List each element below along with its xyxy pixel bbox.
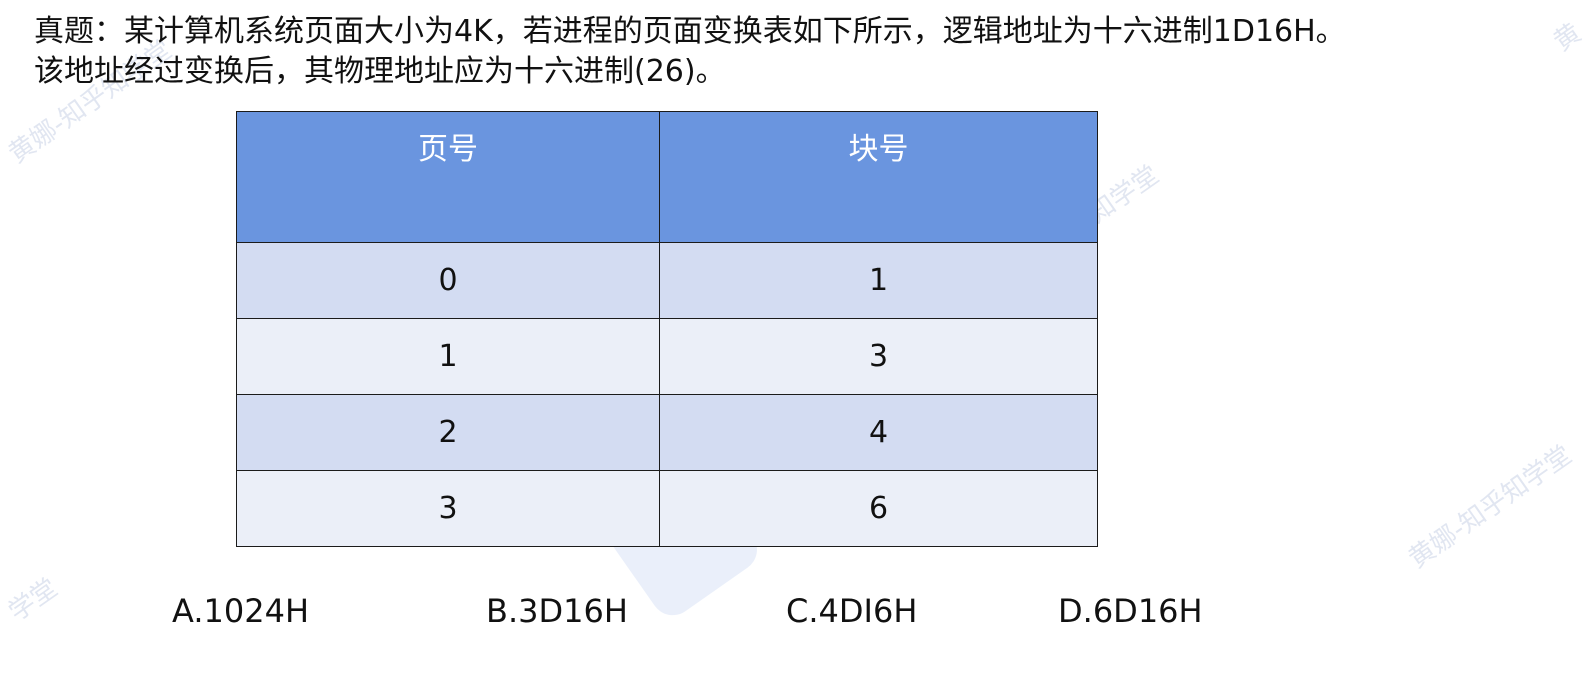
page-number-cell: 2 xyxy=(236,394,660,471)
block-number-cell: 3 xyxy=(659,318,1098,395)
question-text: 真题：某计算机系统页面大小为4K，若进程的页面变换表如下所示，逻辑地址为十六进制… xyxy=(34,12,1564,92)
option-d[interactable]: D.6D16H xyxy=(1058,592,1203,630)
page-number-cell: 0 xyxy=(236,242,660,319)
answer-options: A.1024H B.3D16H C.4DI6H D.6D16H xyxy=(0,592,1586,632)
question-line-2: 该地址经过变换后，其物理地址应为十六进制(26)。 xyxy=(34,54,726,89)
option-b[interactable]: B.3D16H xyxy=(486,592,628,630)
table-row: 2 4 xyxy=(236,394,1098,471)
page-number-cell: 3 xyxy=(236,470,660,547)
header-block-number: 块号 xyxy=(659,111,1098,243)
table-header-row: 页号 块号 xyxy=(236,111,1098,243)
block-number-cell: 6 xyxy=(659,470,1098,547)
table-row: 0 1 xyxy=(236,242,1098,319)
watermark-text: 黄娜-知乎知学堂 xyxy=(1403,440,1578,575)
option-a[interactable]: A.1024H xyxy=(172,592,309,630)
question-line-1: 真题：某计算机系统页面大小为4K，若进程的页面变换表如下所示，逻辑地址为十六进制… xyxy=(34,14,1346,49)
option-c[interactable]: C.4DI6H xyxy=(786,592,917,630)
header-page-number: 页号 xyxy=(236,111,660,243)
table-row: 3 6 xyxy=(236,470,1098,547)
block-number-cell: 4 xyxy=(659,394,1098,471)
page-table: 页号 块号 0 1 1 3 2 4 3 6 xyxy=(236,111,1098,547)
page-number-cell: 1 xyxy=(236,318,660,395)
table-row: 1 3 xyxy=(236,318,1098,395)
block-number-cell: 1 xyxy=(659,242,1098,319)
